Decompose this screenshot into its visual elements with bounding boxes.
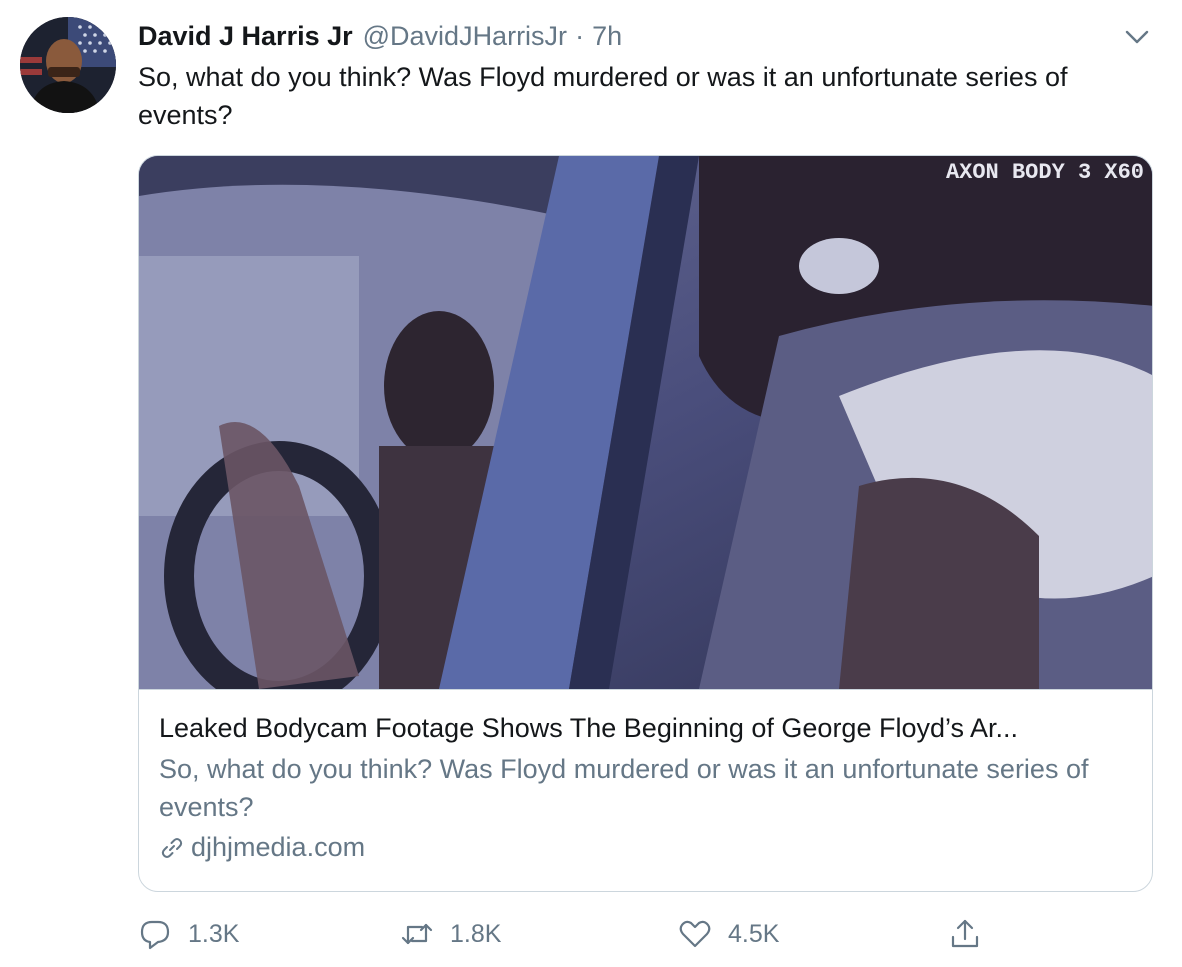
share-button[interactable] [948,912,998,956]
reply-icon [140,920,170,950]
retweet-icon [401,923,433,945]
bodycam-overlay-text: AXON BODY 3 X60 [946,160,1144,185]
link-card[interactable]: AXON BODY 3 X60 Leaked Bodycam Footage S… [138,155,1153,892]
reply-button[interactable]: 1.3K [138,912,239,956]
like-count: 4.5K [728,919,780,948]
chevron-down-icon [1125,30,1149,44]
author-handle[interactable]: @DavidJHarrisJr [363,21,567,52]
reply-count: 1.3K [188,919,240,948]
card-body: Leaked Bodycam Footage Shows The Beginni… [139,689,1152,891]
card-image[interactable]: AXON BODY 3 X60 [139,156,1152,711]
bodycam-thumbnail: AXON BODY 3 X60 [139,156,1152,711]
card-domain-text: djhjmedia.com [191,832,366,862]
link-icon [161,837,183,858]
tweet-text: So, what do you think? Was Floyd murdere… [138,62,1068,130]
avatar[interactable] [20,17,116,113]
card-description: So, what do you think? Was Floyd murdere… [159,754,1089,822]
tweet-header: David J Harris Jr @DavidJHarrisJr · 7h [138,18,1142,54]
card-title: Leaked Bodycam Footage Shows The Beginni… [159,713,1019,743]
author-name[interactable]: David J Harris Jr [138,21,353,52]
tweet-actions: 1.3K 1.8K 4.5K [138,912,998,956]
share-icon [951,919,979,948]
tweet-timestamp[interactable]: 7h [592,21,622,52]
separator-dot: · [575,20,585,51]
heart-icon [679,920,711,948]
retweet-button[interactable]: 1.8K [400,912,501,956]
avatar-photo [20,17,116,113]
retweet-count: 1.8K [450,919,502,948]
tweet-menu-button[interactable] [1122,22,1152,52]
like-button[interactable]: 4.5K [678,912,779,956]
card-domain: djhjmedia.com [159,832,1132,863]
